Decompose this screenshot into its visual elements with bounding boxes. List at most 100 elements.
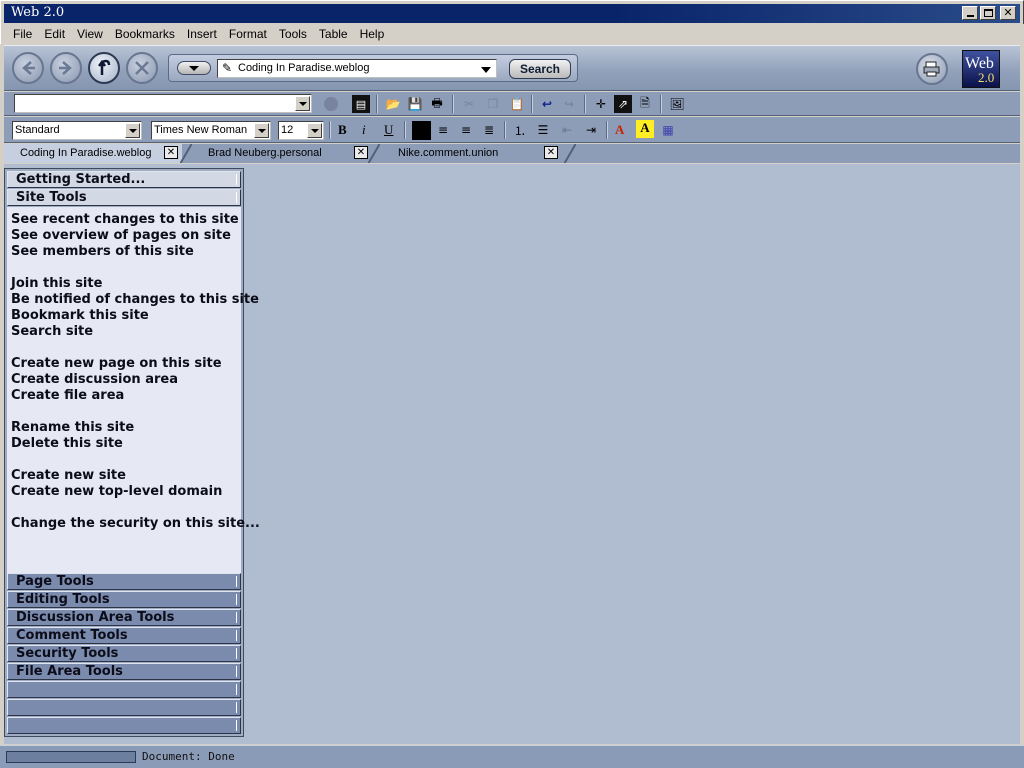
menu-tools[interactable]: Tools [279,27,307,41]
forward-button[interactable] [50,52,82,84]
link-delete-site[interactable]: Delete this site [11,436,123,451]
link-bookmark-site[interactable]: Bookmark this site [11,308,149,323]
link-join-site[interactable]: Join this site [11,276,102,291]
paste-button[interactable]: 📋 [508,95,526,113]
justify-button[interactable]: ≣ [480,121,498,139]
close-button[interactable]: ✕ [1000,6,1016,20]
address-input[interactable]: ✎ Coding In Paradise.weblog [217,59,497,78]
sidebar-header-security-tools[interactable]: Security Tools [7,645,241,662]
sidebar-header-page-tools[interactable]: Page Tools [7,573,241,590]
print-toolbar-button[interactable]: 🖶 [428,95,446,113]
sidebar-header-editing-tools[interactable]: Editing Tools [7,591,241,608]
bold-button[interactable]: B [338,122,347,138]
copy-button[interactable]: ❐ [484,95,502,113]
sidebar-header-discussion-tools[interactable]: Discussion Area Tools [7,609,241,626]
menu-bookmarks[interactable]: Bookmarks [115,27,175,41]
header-notch [236,192,237,203]
link-overview-pages[interactable]: See overview of pages on site [11,228,231,243]
insert-image-button[interactable]: 🖼 [668,95,686,113]
tab-close-icon[interactable]: ✕ [544,146,558,159]
stop-x-icon [135,61,149,75]
tab-coding-in-paradise[interactable]: Coding In Paradise.weblog ✕ [4,144,192,163]
minimize-button[interactable] [962,6,978,20]
menu-edit[interactable]: Edit [44,27,65,41]
maximize-icon [983,9,993,17]
link-create-page[interactable]: Create new page on this site [11,356,222,371]
history-dropdown-button[interactable] [177,61,211,75]
insert-table-button[interactable]: ▦ [659,121,677,139]
underline-button[interactable]: U [384,122,393,138]
highlight-button[interactable]: A [636,120,654,138]
link-search-site[interactable]: Search site [11,324,93,339]
location-combo-arrow[interactable] [295,96,310,111]
insert-page-button[interactable]: 🗎 [636,95,654,113]
location-combo[interactable] [14,94,312,113]
edit-mode-button[interactable]: ▤ [352,95,370,113]
undo-button[interactable]: ↩ [538,95,556,113]
align-right-icon: ≡ [460,123,472,137]
separator [404,121,406,139]
print-button[interactable] [916,53,948,85]
tab-close-icon[interactable]: ✕ [354,146,368,159]
menu-table[interactable]: Table [319,27,348,41]
link-create-discussion[interactable]: Create discussion area [11,372,178,387]
link-notify-changes[interactable]: Be notified of changes to this site [11,292,259,307]
sidebar-header-empty[interactable] [7,717,241,734]
stop-load-button[interactable] [322,95,340,113]
sidebar-header-file-area-tools[interactable]: File Area Tools [7,663,241,680]
justify-icon: ≣ [483,123,495,137]
menu-view[interactable]: View [77,27,103,41]
link-recent-changes[interactable]: See recent changes to this site [11,212,239,227]
printer-icon: 🖶 [431,95,443,110]
text-color-swatch[interactable] [412,121,431,140]
sidebar-header-empty[interactable] [7,699,241,716]
link-change-security[interactable]: Change the security on this site... [11,516,260,531]
stop-button[interactable] [126,52,158,84]
font-color-button[interactable]: A [615,122,624,138]
font-select[interactable]: Times New Roman [151,121,271,140]
window-titlebar[interactable]: Web 2.0 ✕ [0,0,1024,24]
insert-anchor-button[interactable]: ✛ [592,95,610,113]
paragraph-style-select[interactable]: Standard [12,121,142,140]
save-button[interactable]: 💾 [406,95,424,113]
indent-button[interactable]: ⇥ [582,121,600,139]
font-arrow[interactable] [254,123,269,138]
sidebar-header-site-tools[interactable]: Site Tools [7,189,241,206]
menu-file[interactable]: File [13,27,32,41]
open-button[interactable]: 📂 [384,95,402,113]
menu-insert[interactable]: Insert [187,27,217,41]
italic-button[interactable]: i [362,122,366,138]
reload-button[interactable] [88,52,120,84]
redo-button[interactable]: ↪ [560,95,578,113]
link-create-file-area[interactable]: Create file area [11,388,124,403]
cut-button[interactable]: ✂ [460,95,478,113]
menu-format[interactable]: Format [229,27,267,41]
tab-nike-comment-union[interactable]: Nike.comment.union ✕ [382,144,576,163]
separator [452,95,454,113]
font-size-arrow[interactable] [307,123,322,138]
numbered-list-button[interactable]: ⒈ [511,121,529,139]
link-rename-site[interactable]: Rename this site [11,420,134,435]
link-create-domain[interactable]: Create new top-level domain [11,484,222,499]
tab-close-icon[interactable]: ✕ [164,146,178,159]
search-button[interactable]: Search [509,59,571,79]
bullet-list-button[interactable]: ☰ [534,121,552,139]
link-create-site[interactable]: Create new site [11,468,126,483]
align-right-button[interactable]: ≡ [457,121,475,139]
address-text: Coding In Paradise.weblog [238,62,370,74]
font-size-select[interactable]: 12 [278,121,324,140]
menu-help[interactable]: Help [360,27,385,41]
back-button[interactable] [12,52,44,84]
link-members[interactable]: See members of this site [11,244,194,259]
insert-link-button[interactable]: ⇗ [614,95,632,113]
paragraph-style-arrow[interactable] [125,123,140,138]
sidebar-header-getting-started[interactable]: Getting Started... [7,171,241,188]
align-center-button[interactable]: ≡ [434,121,452,139]
sidebar-header-comment-tools[interactable]: Comment Tools [7,627,241,644]
address-dropdown-arrow-icon[interactable] [481,67,491,73]
sidebar-header-label: Security Tools [16,646,119,661]
outdent-button[interactable]: ⇤ [558,121,576,139]
maximize-button[interactable] [980,6,996,20]
tab-brad-neuberg[interactable]: Brad Neuberg.personal ✕ [194,144,380,163]
sidebar-header-empty[interactable] [7,681,241,698]
